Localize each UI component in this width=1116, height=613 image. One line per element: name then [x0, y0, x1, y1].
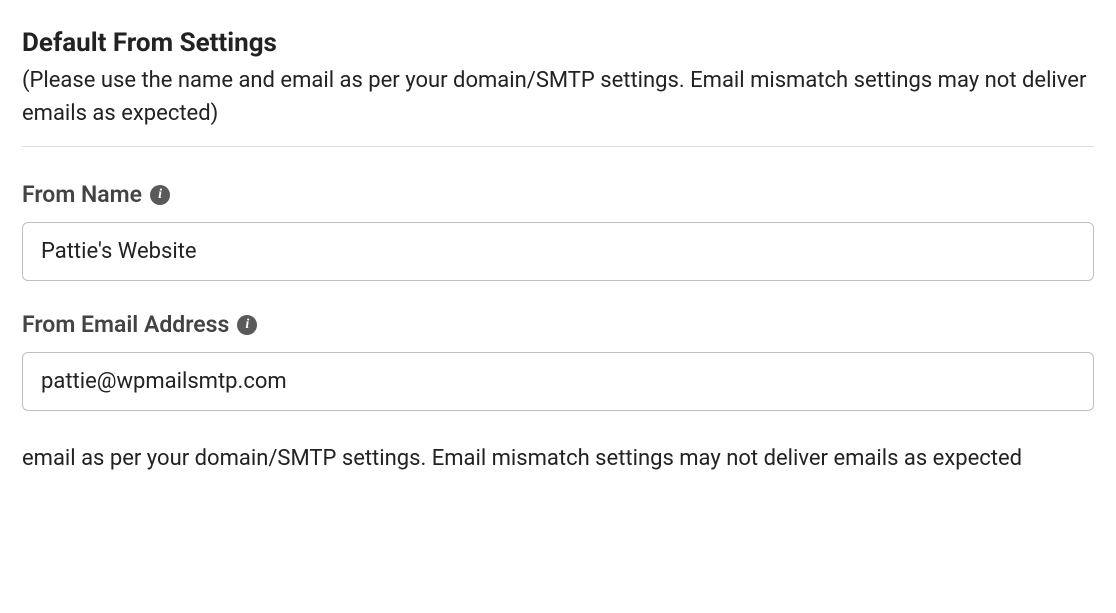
info-icon[interactable]: i — [150, 185, 170, 205]
from-email-field: From Email Address i — [22, 311, 1094, 411]
from-name-input[interactable] — [22, 222, 1094, 281]
helper-text: email as per your domain/SMTP settings. … — [22, 441, 1094, 476]
from-email-input[interactable] — [22, 352, 1094, 411]
from-name-field: From Name i — [22, 181, 1094, 281]
info-icon[interactable]: i — [237, 315, 257, 335]
section-divider — [22, 146, 1094, 147]
from-email-label-row: From Email Address i — [22, 311, 1094, 338]
section-subtitle: (Please use the name and email as per yo… — [22, 64, 1094, 130]
from-email-label: From Email Address — [22, 311, 229, 338]
section-title: Default From Settings — [22, 28, 1094, 58]
from-name-label-row: From Name i — [22, 181, 1094, 208]
from-name-label: From Name — [22, 181, 142, 208]
